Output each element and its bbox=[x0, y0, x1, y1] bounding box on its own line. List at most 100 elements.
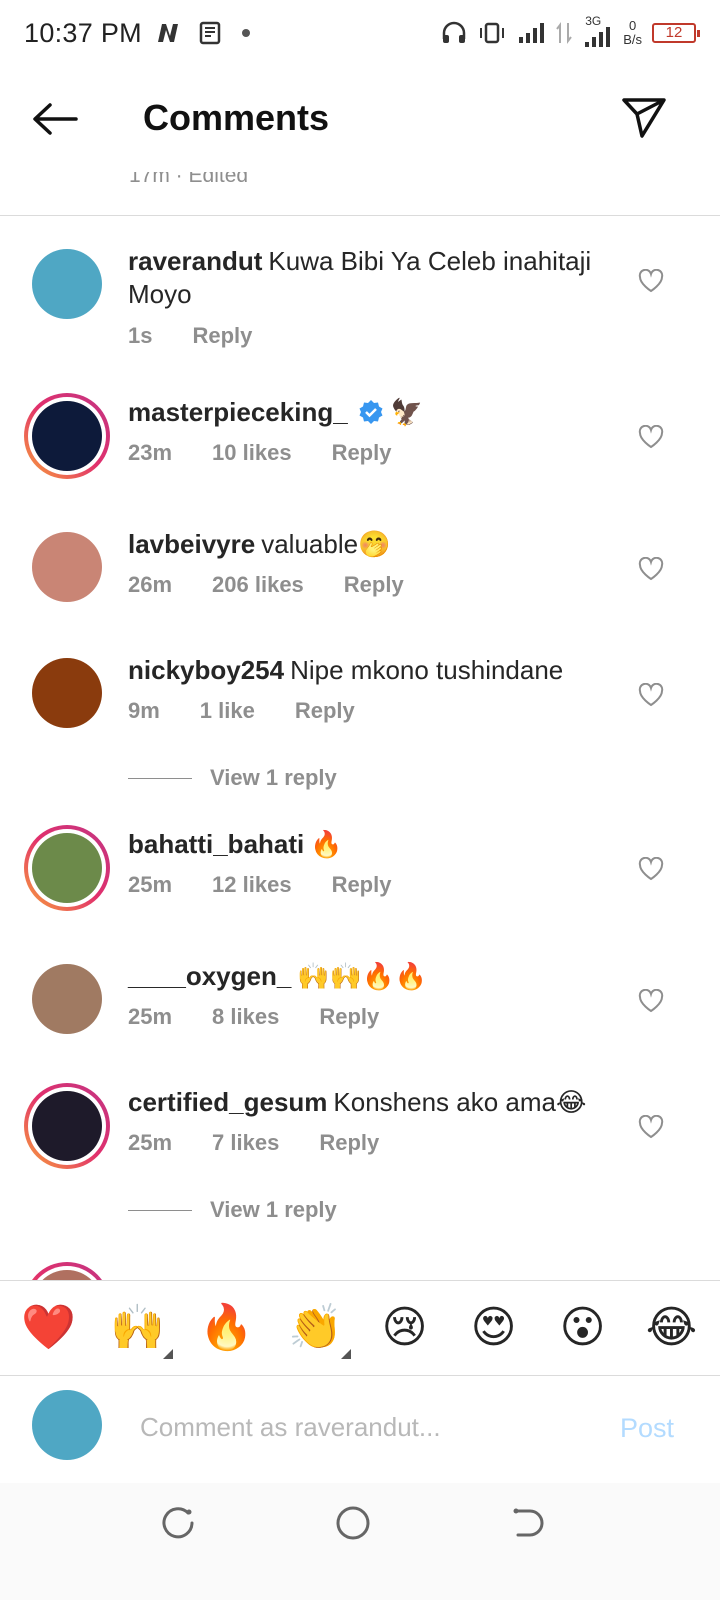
verified-badge-icon bbox=[358, 399, 384, 425]
avatar[interactable] bbox=[32, 964, 102, 1034]
status-bar: 10:37 PM 3G 0 B/s 12 bbox=[0, 0, 720, 66]
replies-line bbox=[128, 1209, 192, 1211]
comment-time: 9m bbox=[128, 698, 160, 723]
view-replies-button[interactable]: View 1 reply bbox=[128, 765, 337, 791]
emoji-clapping-button[interactable]: 👏 bbox=[283, 1303, 351, 1359]
like-heart-icon[interactable] bbox=[638, 856, 664, 881]
comment-body: 🔥 bbox=[310, 829, 343, 859]
comment-body: 🙌🙌🔥🔥 bbox=[297, 961, 427, 991]
back-arrow-icon[interactable] bbox=[30, 99, 80, 139]
comment-time: 1s bbox=[128, 323, 153, 348]
comment-text: masterpieceking_ 🦅 bbox=[128, 396, 608, 429]
emoji-fire-button[interactable]: 🔥 bbox=[194, 1303, 260, 1353]
vibrate-icon bbox=[480, 22, 505, 44]
comment-composer: Post bbox=[0, 1377, 720, 1483]
page-title: Comments bbox=[143, 97, 330, 138]
emoji-surprised-button[interactable]: 😮 bbox=[550, 1303, 616, 1353]
comment-time: 23m bbox=[128, 440, 173, 465]
comment-username[interactable]: ____oxygen_ bbox=[128, 961, 291, 991]
comment-time: 25m bbox=[128, 1130, 173, 1155]
recent-apps-icon[interactable] bbox=[158, 1503, 198, 1543]
avatar[interactable] bbox=[24, 1083, 110, 1169]
dot-icon bbox=[241, 29, 250, 37]
emoji-quick-bar: ❤️ 🙌 🔥 👏 😢 😍 😮 😂 bbox=[0, 1280, 720, 1376]
comment-likes[interactable]: 206 likes bbox=[212, 572, 304, 598]
news-icon bbox=[199, 21, 221, 45]
avatar[interactable] bbox=[24, 825, 110, 911]
comment-text: lavbeivyre valuable🤭 bbox=[128, 528, 608, 561]
like-heart-icon[interactable] bbox=[638, 988, 664, 1013]
like-heart-icon[interactable] bbox=[638, 268, 664, 293]
comment-username[interactable]: raverandut bbox=[128, 246, 262, 276]
emoji-heart-button[interactable]: ❤️ bbox=[16, 1303, 82, 1353]
comment-likes[interactable]: 1 like bbox=[200, 698, 255, 724]
signal-3g-icon: 3G bbox=[583, 14, 613, 48]
headphones-icon bbox=[442, 21, 466, 43]
comment-likes[interactable]: 10 likes bbox=[212, 440, 292, 466]
reply-button[interactable]: Reply bbox=[319, 1130, 379, 1156]
divider bbox=[0, 215, 720, 216]
variant-indicator-icon bbox=[162, 1349, 173, 1359]
comment-body: valuable🤭 bbox=[261, 529, 391, 559]
netflix-n-icon bbox=[157, 24, 178, 42]
replies-line bbox=[128, 777, 192, 779]
comment-likes[interactable]: 12 likes bbox=[212, 872, 292, 898]
comment-username[interactable]: certified_gesum bbox=[128, 1087, 327, 1117]
status-time: 10:37 PM bbox=[24, 17, 142, 48]
reply-button[interactable]: Reply bbox=[319, 1004, 379, 1030]
emoji-raised-hands-button[interactable]: 🙌 bbox=[105, 1303, 173, 1359]
emoji-tears-of-joy-button[interactable]: 😂 bbox=[639, 1303, 705, 1353]
avatar[interactable] bbox=[24, 393, 110, 479]
comment-meta: 25m 12 likes Reply bbox=[128, 872, 391, 898]
direct-send-icon[interactable] bbox=[620, 94, 668, 140]
reply-button[interactable]: Reply bbox=[295, 698, 355, 724]
partial-comment bbox=[0, 1262, 720, 1280]
home-icon[interactable] bbox=[333, 1503, 373, 1543]
comment-time: 26m bbox=[128, 572, 173, 597]
comment-input[interactable] bbox=[140, 1407, 580, 1447]
comment-meta: 9m 1 like Reply bbox=[128, 698, 355, 724]
battery-icon: 12 bbox=[652, 23, 700, 43]
like-heart-icon[interactable] bbox=[638, 1114, 664, 1139]
post-button[interactable]: Post bbox=[620, 1413, 674, 1444]
comment-username[interactable]: lavbeivyre bbox=[128, 529, 255, 559]
comment-meta: 1s Reply bbox=[128, 323, 252, 349]
comment-username[interactable]: bahatti_bahati bbox=[128, 829, 304, 859]
reply-button[interactable]: Reply bbox=[332, 872, 392, 898]
like-heart-icon[interactable] bbox=[638, 556, 664, 581]
avatar[interactable] bbox=[32, 249, 102, 319]
comment-text: bahatti_bahati 🔥 bbox=[128, 828, 608, 861]
comment-text: ____oxygen_ 🙌🙌🔥🔥 bbox=[128, 960, 608, 993]
view-replies-label: View 1 reply bbox=[210, 1197, 337, 1222]
comment-meta: 26m 206 likes Reply bbox=[128, 572, 404, 598]
avatar[interactable] bbox=[32, 658, 102, 728]
comment-username[interactable]: nickyboy254 bbox=[128, 655, 284, 685]
view-replies-label: View 1 reply bbox=[210, 765, 337, 790]
reply-button[interactable]: Reply bbox=[344, 572, 404, 598]
reply-button[interactable]: Reply bbox=[332, 440, 392, 466]
comment-meta: 25m 8 likes Reply bbox=[128, 1004, 379, 1030]
back-nav-icon[interactable] bbox=[508, 1503, 548, 1543]
view-replies-button[interactable]: View 1 reply bbox=[128, 1197, 337, 1223]
comment-username[interactable]: masterpieceking_ bbox=[128, 397, 348, 427]
comment-meta: 25m 7 likes Reply bbox=[128, 1130, 379, 1156]
comment-body: 🦅 bbox=[390, 397, 424, 427]
variant-indicator-icon bbox=[340, 1349, 351, 1359]
system-nav-bar bbox=[0, 1483, 720, 1600]
net-speed: 0 B/s bbox=[623, 18, 642, 47]
comment-likes[interactable]: 8 likes bbox=[212, 1004, 279, 1030]
comment-body: Nipe mkono tushindane bbox=[290, 655, 564, 685]
like-heart-icon[interactable] bbox=[638, 682, 664, 707]
avatar[interactable] bbox=[32, 532, 102, 602]
emoji-heart-eyes-button[interactable]: 😍 bbox=[461, 1303, 527, 1353]
comment-time: 25m bbox=[128, 1004, 173, 1029]
reply-button[interactable]: Reply bbox=[192, 323, 252, 349]
emoji-crying-button[interactable]: 😢 bbox=[372, 1303, 438, 1353]
like-heart-icon[interactable] bbox=[638, 424, 664, 449]
signal-icon bbox=[519, 23, 545, 43]
comment-likes[interactable]: 7 likes bbox=[212, 1130, 279, 1156]
comment-meta: 23m 10 likes Reply bbox=[128, 440, 391, 466]
comments-header: Comments bbox=[0, 66, 720, 172]
composer-avatar bbox=[32, 1390, 102, 1460]
comment-body: Konshens ako ama😂 bbox=[333, 1087, 587, 1117]
